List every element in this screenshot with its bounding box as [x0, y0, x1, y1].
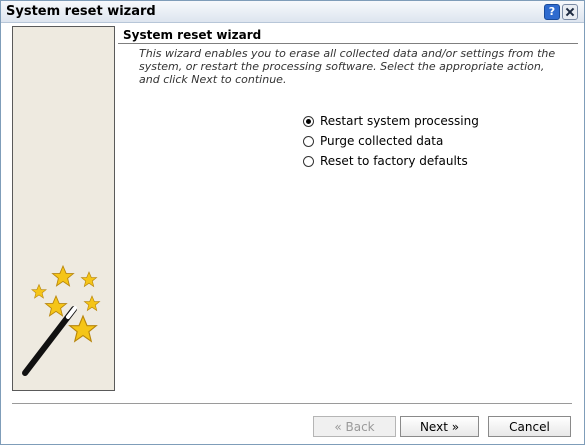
close-icon[interactable] [562, 4, 578, 20]
window-title: System reset wizard [6, 4, 156, 19]
back-button[interactable]: « Back [313, 416, 396, 437]
cancel-button[interactable]: Cancel [488, 416, 571, 437]
footer-divider [12, 403, 572, 404]
option-label: Purge collected data [320, 134, 444, 148]
magic-wand-icon [22, 265, 100, 376]
radio-button[interactable] [303, 135, 314, 147]
heading-divider [118, 43, 578, 44]
radio-button[interactable] [303, 155, 314, 167]
option-label: Restart system processing [320, 114, 479, 128]
option-label: Reset to factory defaults [320, 154, 468, 168]
option-reset-defaults[interactable]: Reset to factory defaults [303, 153, 468, 169]
next-button[interactable]: Next » [400, 416, 479, 437]
help-icon[interactable]: ? [544, 4, 560, 20]
option-purge-data[interactable]: Purge collected data [303, 133, 443, 149]
wizard-heading: System reset wizard [123, 28, 262, 42]
option-restart-processing[interactable]: Restart system processing [303, 113, 479, 129]
wizard-side-panel [12, 26, 115, 391]
system-reset-dialog: System reset wizard ? System reset wizar… [0, 0, 585, 445]
wizard-intro-text: This wizard enables you to erase all col… [139, 47, 556, 86]
title-bar: System reset wizard ? [1, 1, 584, 23]
radio-button[interactable] [303, 115, 314, 127]
